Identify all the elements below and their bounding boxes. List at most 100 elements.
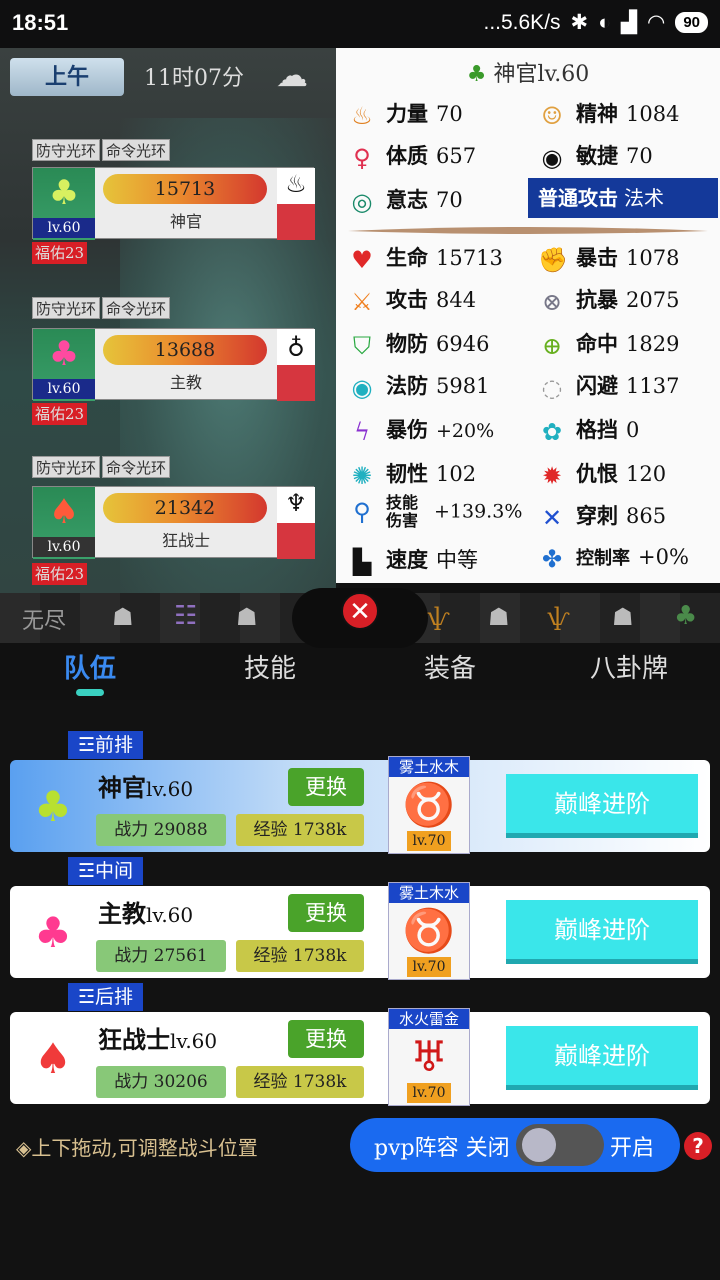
swirl-icon: ◌: [541, 373, 563, 402]
aura-tag: 防守光环: [32, 456, 101, 478]
aura-list-2: 防守光环 命令光环: [32, 297, 171, 319]
change-button[interactable]: 更换: [288, 1020, 364, 1058]
position-label-middle: ☲中间: [68, 857, 144, 885]
change-button[interactable]: 更换: [288, 894, 364, 932]
tab-equipment[interactable]: 装备: [424, 648, 476, 685]
crest-icon: ♁: [287, 331, 305, 359]
stat-hit: ⊕ 命中 1829: [538, 328, 680, 360]
stat-anti-crit: ⊗ 抗暴 2075: [538, 284, 680, 316]
blessing-badge: 福佑23: [32, 563, 88, 585]
power-badge: 战力 27561: [96, 940, 226, 972]
active-tab-indicator: [76, 689, 104, 696]
stat-phys-def: ⛉ 物防 6946: [348, 328, 489, 360]
aura-tag: 命令光环: [102, 139, 171, 161]
close-button[interactable]: ✕: [341, 592, 379, 630]
aura-tag: 防守光环: [32, 139, 101, 161]
eye-icon: ◉: [541, 143, 563, 172]
tenacity-icon: ✺: [351, 461, 373, 490]
pet-slot[interactable]: 雾土水木 ♉ lv.70: [388, 756, 470, 854]
ghost-icon: ☗: [112, 603, 134, 631]
demon-mask-icon: ♉: [402, 780, 456, 829]
priest-avatar-icon: ♣: [34, 782, 72, 831]
pet-slot[interactable]: 雾土木水 ♉ lv.70: [388, 882, 470, 980]
pierce-icon: ✕: [541, 503, 563, 532]
hero-name: 狂战士: [161, 531, 210, 550]
will-icon: ◎: [351, 187, 373, 216]
grass-icon: ѱ: [428, 603, 450, 631]
toggle-knob[interactable]: [522, 1128, 556, 1162]
pet-elements: 雾土水木: [389, 757, 469, 777]
team-row-back[interactable]: ♠ 狂战士lv.60 更换 战力 30206 经验 1738k 水火雷金 ♅ l…: [10, 1008, 710, 1106]
hp-bar: 13688: [103, 335, 267, 365]
tab-skills[interactable]: 技能: [244, 648, 296, 685]
hero-card-priest[interactable]: ♣ lv.60 15713 神官 ♨: [32, 167, 315, 240]
block-icon: ✿: [541, 417, 563, 446]
status-bar: 18:51 ...5.6K/s ✱ ◐ ▟ ◠ 90: [0, 0, 720, 48]
stat-constitution: ♀ 体质 657: [348, 140, 476, 172]
forest-icon: ♣: [674, 601, 698, 631]
magic-shield-icon: ◉: [351, 373, 373, 402]
close-tab: ✕: [292, 588, 428, 648]
peak-advance-button[interactable]: 巅峰进阶: [506, 900, 698, 964]
stat-control: ✤ 控制率 +0%: [538, 544, 689, 573]
tab-team[interactable]: 队伍: [64, 648, 116, 685]
stat-block: ✿ 格挡 0: [538, 414, 639, 446]
boot-icon: ▙: [352, 547, 372, 576]
sword-icon: ⚔: [351, 287, 373, 316]
aura-tag: 命令光环: [102, 297, 171, 319]
demon-icon: ♅: [410, 1032, 448, 1081]
bluetooth-icon: ✱: [570, 11, 589, 34]
ghost-icon: ☗: [236, 603, 258, 631]
day-period-tab[interactable]: 上午: [10, 58, 124, 96]
peak-advance-button[interactable]: 巅峰进阶: [506, 774, 698, 838]
bishop-icon: ♣: [48, 334, 80, 374]
position-label-back: ☲后排: [68, 983, 144, 1011]
pvp-lineup-toggle[interactable]: pvp阵容 关闭 开启: [350, 1118, 680, 1172]
anticrit-icon: ⊗: [541, 287, 563, 316]
pet-elements: 雾土木水: [389, 883, 469, 903]
hero-level: lv.60: [33, 379, 95, 399]
tab-bagua[interactable]: 八卦牌: [590, 648, 668, 685]
pet-slot[interactable]: 水火雷金 ♅ lv.70: [388, 1008, 470, 1106]
hero-level: lv.60: [33, 218, 95, 238]
team-row-middle[interactable]: ♣ 主教lv.60 更换 战力 27561 经验 1738k 雾土木水 ♉ lv…: [10, 882, 710, 980]
change-button[interactable]: 更换: [288, 768, 364, 806]
stat-spirit: ☺ 精神 1084: [538, 98, 679, 130]
hero-level: lv.60: [33, 537, 95, 557]
aura-tag: 命令光环: [102, 456, 171, 478]
peak-advance-button[interactable]: 巅峰进阶: [506, 1026, 698, 1090]
priest-icon: ♣: [466, 62, 494, 87]
lightning-icon: ϟ: [354, 417, 370, 446]
grass-icon: ѱ: [548, 603, 570, 631]
team-row-front[interactable]: ♣ 神官lv.60 更换 战力 29088 经验 1738k 雾土水木 ♉ lv…: [10, 756, 710, 854]
hero-side: ♆: [277, 487, 315, 559]
bishop-avatar-icon: ♣: [34, 908, 72, 957]
thunder-cloud-icon: ☁: [276, 56, 308, 94]
hero-card-berserker[interactable]: ♠ lv.60 21342 狂战士 ♆: [32, 486, 315, 559]
heart-icon: ♥: [351, 245, 373, 274]
stat-threat: ✹ 仇恨 120: [538, 458, 666, 490]
ornament-divider: [344, 222, 712, 234]
stat-dodge: ◌ 闪避 1137: [538, 370, 680, 402]
pet-level: lv.70: [407, 831, 451, 851]
stat-magic-def: ◉ 法防 5981: [348, 370, 490, 402]
help-icon[interactable]: ?: [684, 1132, 712, 1160]
stat-crit-dmg: ϟ 暴伤 +20%: [348, 414, 494, 446]
stat-skill-dmg: ⚲ 技能伤害 +139.3%: [348, 494, 522, 530]
stat-attack: ⚔ 攻击 844: [348, 284, 476, 316]
network-speed: ...5.6K/s: [483, 10, 561, 34]
position-label-front: ☲前排: [68, 731, 144, 759]
hp-bar: 21342: [103, 493, 267, 523]
exp-badge: 经验 1738k: [236, 814, 364, 846]
stat-agility: ◉ 敏捷 70: [538, 140, 653, 172]
pet-elements: 水火雷金: [389, 1009, 469, 1029]
crosshair-icon: ⊕: [541, 331, 563, 360]
body-icon: ♀: [353, 143, 371, 172]
shield-icon: ⛉: [353, 331, 371, 360]
hero-card-bishop[interactable]: ♣ lv.60 13688 主教 ♁: [32, 328, 315, 401]
stat-crit: ✊ 暴击 1078: [538, 245, 680, 274]
power-badge: 战力 29088: [96, 814, 226, 846]
stat-strength: ♨ 力量 70: [348, 98, 463, 130]
priest-icon: ♣: [48, 173, 80, 213]
exp-badge: 经验 1738k: [236, 1066, 364, 1098]
